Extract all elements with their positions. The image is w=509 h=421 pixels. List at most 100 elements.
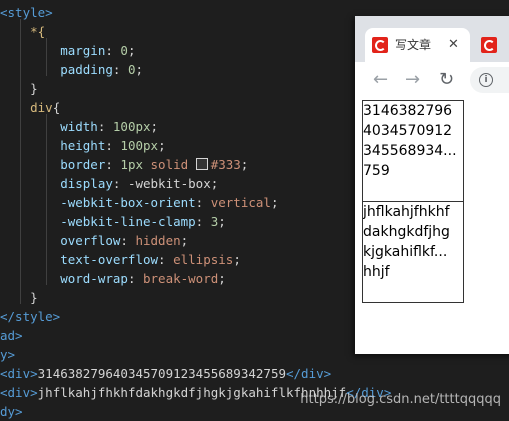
- code-line: display: -webkit-box;: [0, 174, 218, 193]
- demo-text-line: 345568934...: [363, 143, 457, 159]
- code-line: width: 100px;: [0, 117, 158, 136]
- code-token: padding: [0, 62, 113, 77]
- code-token: -webkit-box: [127, 176, 211, 191]
- browser-window[interactable]: 写文章 ✕ ← → ↻ i 3146382796 4034570912 3455…: [355, 16, 509, 354]
- code-line: -webkit-box-orient: vertical;: [0, 193, 278, 212]
- code-line: word-wrap: break-word;: [0, 269, 226, 288]
- code-token: :: [120, 233, 136, 248]
- code-line: }: [0, 288, 38, 307]
- code-token: </div>: [286, 366, 332, 381]
- color-swatch-icon[interactable]: [195, 158, 208, 170]
- code-token: ;: [270, 195, 279, 210]
- code-token: border: [0, 157, 106, 172]
- code-token: *{: [0, 24, 46, 39]
- demo-box-letters: jhflkahjfhkhf dakhgkdfjhg kjgkahiflkf...…: [362, 201, 464, 303]
- code-token: overflow: [0, 233, 121, 248]
- csdn-favicon-icon: [481, 37, 497, 53]
- code-token: 1px: [120, 157, 151, 172]
- code-token: <div>: [0, 366, 38, 381]
- code-token: :: [105, 43, 121, 58]
- code-token: ;: [135, 62, 144, 77]
- code-token: 100px: [112, 119, 151, 134]
- forward-arrow-icon[interactable]: →: [405, 69, 420, 91]
- code-token: div: [0, 100, 53, 115]
- code-line: dy>: [0, 402, 23, 421]
- code-token: margin: [0, 43, 106, 58]
- code-line: *{: [0, 22, 45, 41]
- demo-text-line: dakhgkdfjhg: [363, 224, 450, 240]
- back-arrow-icon[interactable]: ←: [373, 69, 388, 91]
- code-token: {: [52, 100, 61, 115]
- code-token: hidden: [135, 233, 181, 248]
- code-line: <style>: [0, 3, 53, 22]
- tab-bar: 写文章 ✕: [355, 16, 509, 62]
- code-line: margin: 0;: [0, 41, 135, 60]
- code-token: width: [0, 119, 98, 134]
- code-token: solid: [150, 157, 196, 172]
- code-token: ;: [158, 138, 166, 153]
- code-token: :: [158, 252, 174, 267]
- code-line: -webkit-line-clamp: 3;: [0, 212, 226, 231]
- code-token: :: [105, 138, 121, 153]
- code-line: overflow: hidden;: [0, 231, 188, 250]
- demo-text-line: kjgkahiflkf...: [363, 244, 448, 260]
- code-token: vertical: [210, 195, 271, 210]
- code-token: 3146382796403457091234556893427: [37, 366, 271, 381]
- code-token: ;: [150, 119, 159, 134]
- csdn-favicon-icon: [372, 37, 388, 53]
- code-token: word-wrap: [0, 271, 128, 286]
- info-icon[interactable]: i: [479, 73, 493, 87]
- code-token: ;: [218, 271, 226, 286]
- code-line: padding: 0;: [0, 60, 143, 79]
- tab-title: 写文章: [395, 38, 432, 52]
- code-token: ;: [127, 43, 136, 58]
- code-token: 100px: [120, 138, 159, 153]
- code-line: ad>: [0, 326, 23, 345]
- code-token: :: [112, 176, 128, 191]
- tab-active[interactable]: 写文章 ✕: [365, 28, 470, 62]
- code-token: 59: [270, 366, 286, 381]
- code-token: ;: [233, 252, 241, 267]
- demo-text-line: 759: [363, 163, 390, 179]
- code-token: <div>: [0, 385, 38, 400]
- reload-icon[interactable]: ↻: [439, 69, 454, 91]
- code-token: -webkit-line-clamp: [0, 214, 196, 229]
- code-token: height: [0, 138, 106, 153]
- code-line: border: 1px solid #333;: [0, 155, 248, 174]
- code-token: ad>: [0, 328, 23, 343]
- code-token: :: [195, 214, 211, 229]
- code-token: ;: [240, 157, 249, 172]
- browser-toolbar: ← → ↻ i: [355, 62, 509, 98]
- code-token: :: [127, 271, 143, 286]
- demo-text-line: 3146382796: [363, 103, 453, 119]
- code-token: :: [112, 62, 128, 77]
- code-line: }: [0, 79, 38, 98]
- code-token: #333: [210, 157, 241, 172]
- code-line: text-overflow: ellipsis;: [0, 250, 241, 269]
- code-line: </style>: [0, 307, 60, 326]
- code-token: :: [105, 157, 121, 172]
- page-viewport: 3146382796 4034570912 345568934... 759 j…: [355, 98, 509, 354]
- demo-text-line: hhjf: [363, 264, 390, 280]
- code-line: div{: [0, 98, 60, 117]
- code-line: height: 100px;: [0, 136, 166, 155]
- code-token: </style>: [0, 309, 61, 324]
- demo-text-line: 4034570912: [363, 123, 453, 139]
- code-token: ;: [218, 214, 226, 229]
- code-token: 0: [120, 43, 128, 58]
- code-token: ;: [180, 233, 189, 248]
- code-line: <div>314638279640345709123455689342759</…: [0, 364, 331, 383]
- code-token: :: [97, 119, 113, 134]
- address-bar[interactable]: i: [470, 67, 509, 93]
- code-token: display: [0, 176, 113, 191]
- close-icon[interactable]: ✕: [448, 37, 459, 53]
- tab-inactive[interactable]: [474, 28, 509, 62]
- code-token: }: [0, 81, 38, 96]
- code-token: y>: [0, 347, 16, 362]
- code-token: :: [195, 195, 211, 210]
- code-token: break-word: [143, 271, 219, 286]
- code-token: -webkit-box-orient: [0, 195, 196, 210]
- watermark: https://blog.csdn.net/ttttqqqqq: [300, 392, 501, 407]
- code-token: ;: [210, 176, 219, 191]
- code-token: <style>: [0, 5, 53, 20]
